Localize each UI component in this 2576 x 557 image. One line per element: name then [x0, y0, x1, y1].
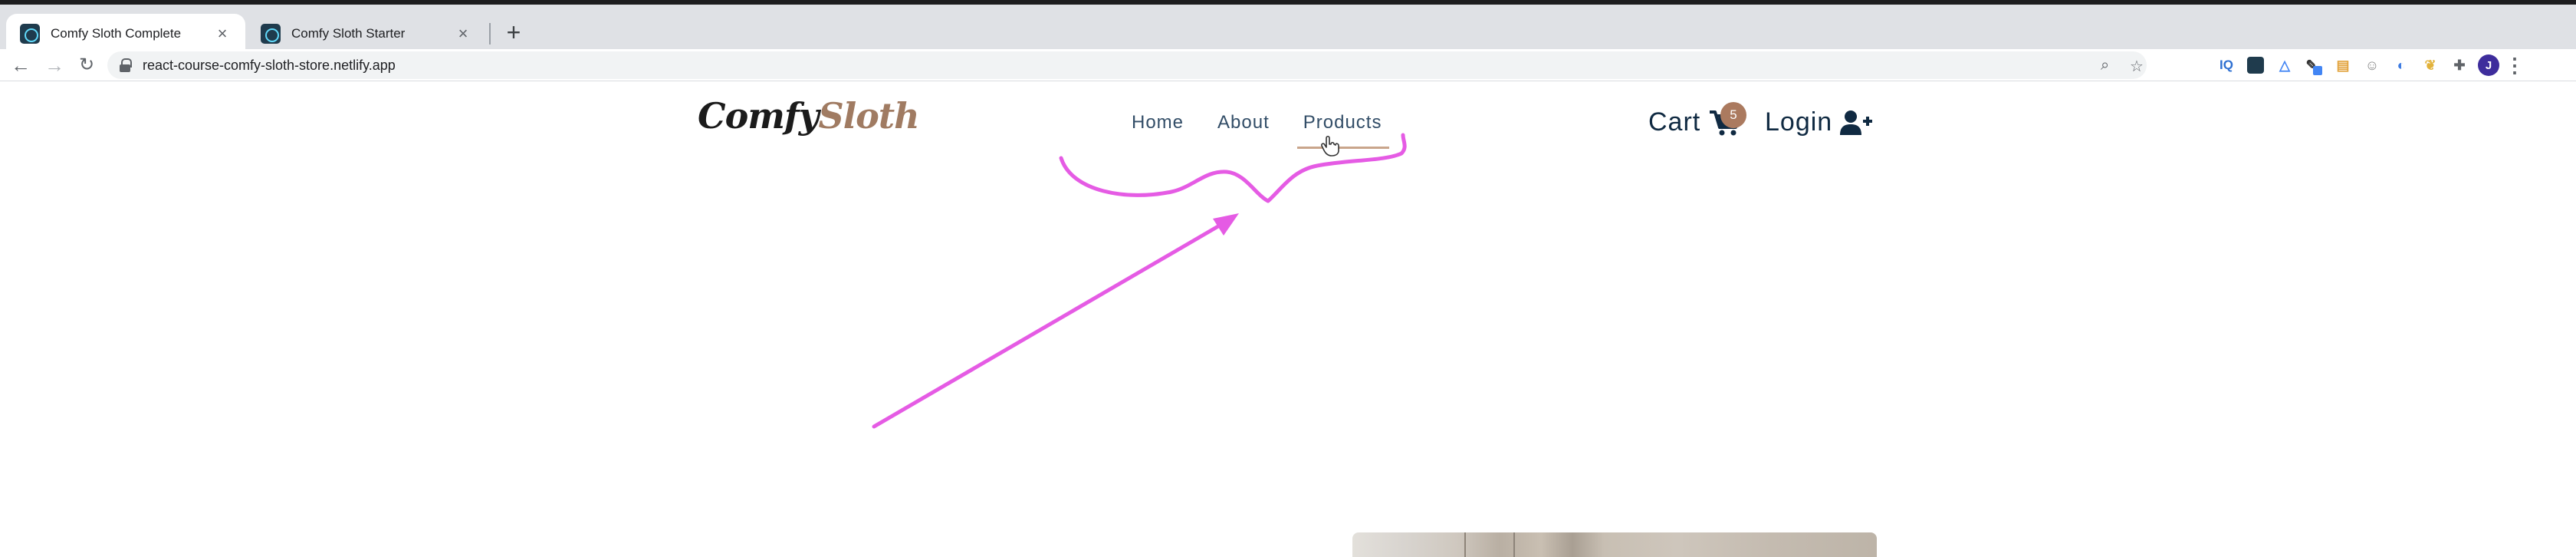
tab-title: Comfy Sloth Starter	[291, 26, 406, 41]
zoom-icon[interactable]: ⌕	[2101, 57, 2109, 74]
login-label: Login	[1765, 107, 1833, 137]
url-text[interactable]: react-course-comfy-sloth-store.netlify.a…	[143, 58, 396, 74]
react-extension-icon[interactable]	[2245, 54, 2266, 76]
tab-divider	[489, 23, 491, 44]
extensions-bar: IQ △ ✎ ▤ ☺ ◐ ❦ ✚ J ⋮	[2216, 54, 2525, 77]
new-tab-button[interactable]: +	[500, 20, 527, 48]
bookmark-star-icon[interactable]: ☆	[2130, 57, 2144, 76]
close-icon[interactable]: ×	[213, 24, 232, 44]
leaf-extension-icon[interactable]: ❦	[2420, 54, 2441, 76]
cart-label: Cart	[1648, 107, 1701, 137]
hero-image	[1352, 532, 1877, 557]
logo-comfy: Comfy	[698, 95, 819, 137]
site-logo[interactable]: ComfySloth	[698, 95, 920, 137]
browser-toolbar: ← → ↻ react-course-comfy-sloth-store.net…	[0, 49, 2576, 81]
triangle-extension-icon[interactable]: △	[2274, 54, 2295, 76]
login-button[interactable]: Login	[1765, 107, 1873, 137]
hand-cursor-icon	[1321, 135, 1339, 157]
iq-extension-icon[interactable]: IQ	[2216, 54, 2237, 76]
puzzle-extension-icon[interactable]: ✚	[2449, 54, 2470, 76]
nav-products-link[interactable]: Products	[1296, 112, 1390, 149]
o-extension-icon[interactable]: ◐	[2390, 54, 2412, 76]
annotation-overlay	[872, 133, 1407, 429]
box-extension-icon[interactable]: ▤	[2332, 54, 2354, 76]
tab-comfy-sloth-complete[interactable]: Comfy Sloth Complete ×	[6, 14, 245, 54]
nav-about-link[interactable]: About	[1217, 112, 1270, 133]
tab-comfy-sloth-starter[interactable]: Comfy Sloth Starter ×	[247, 14, 486, 54]
face-extension-icon[interactable]: ☺	[2361, 54, 2383, 76]
annotation-arrow-head	[1213, 213, 1239, 236]
react-favicon-icon	[261, 24, 281, 44]
close-icon[interactable]: ×	[454, 24, 472, 44]
lock-icon[interactable]	[120, 58, 132, 72]
kebab-menu-icon[interactable]: ⋮	[2505, 54, 2525, 77]
react-favicon-icon	[20, 24, 40, 44]
pen-extension-icon[interactable]: ✎	[2303, 54, 2325, 76]
profile-avatar[interactable]: J	[2478, 54, 2499, 76]
annotation-arrow-line	[872, 222, 1224, 429]
tab-strip: Comfy Sloth Complete × Comfy Sloth Start…	[0, 5, 2576, 54]
cart-count-badge: 5	[1720, 102, 1746, 128]
tab-title: Comfy Sloth Complete	[51, 26, 182, 41]
user-plus-icon	[1840, 110, 1873, 135]
reload-button[interactable]: ↻	[75, 54, 98, 77]
forward-button[interactable]: →	[43, 54, 66, 77]
back-button[interactable]: ←	[9, 54, 32, 77]
main-nav: Home About Products	[1132, 112, 1390, 149]
address-bar[interactable]: react-course-comfy-sloth-store.netlify.a…	[107, 51, 2147, 79]
nav-home-link[interactable]: Home	[1132, 112, 1184, 133]
annotation-brace	[1059, 133, 1407, 203]
logo-sloth: Sloth	[818, 95, 919, 137]
